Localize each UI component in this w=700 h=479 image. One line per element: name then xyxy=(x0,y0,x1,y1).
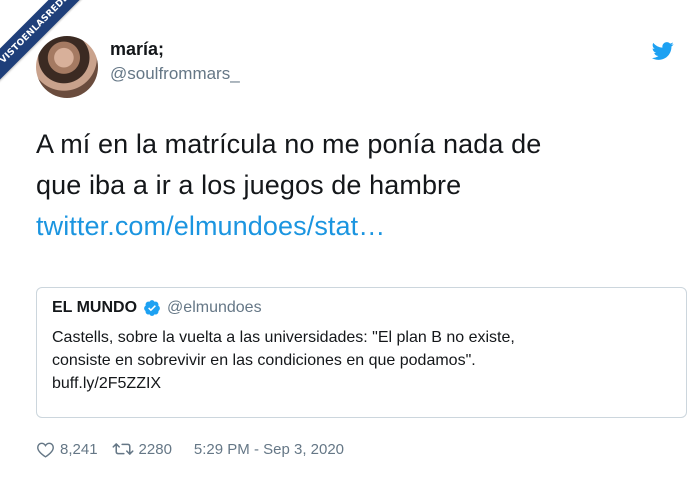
tweet-card: VISTOENLASREDES maría; @soulfrommars_ A … xyxy=(0,0,700,479)
quoted-tweet[interactable]: EL MUNDO @elmundoes Castells, sobre la v… xyxy=(36,287,687,418)
quoted-header: EL MUNDO @elmundoes xyxy=(52,299,262,317)
quoted-text: Castells, sobre la vuelta a las universi… xyxy=(52,326,672,395)
like-count: 8,241 xyxy=(60,440,98,458)
retweet-count: 2280 xyxy=(138,440,172,458)
timestamp[interactable]: 5:29 PM - Sep 3, 2020 xyxy=(194,441,344,458)
quoted-author-name: EL MUNDO xyxy=(52,299,138,316)
avatar[interactable] xyxy=(36,36,98,98)
verified-badge-icon xyxy=(144,300,160,316)
retweet-stat[interactable]: 2280 xyxy=(112,441,172,458)
retweet-icon xyxy=(112,443,134,455)
tweet-text-line-1: A mí en la matrícula no me ponía nada de xyxy=(36,129,542,159)
tweet-text: A mí en la matrícula no me ponía nada de… xyxy=(36,124,676,247)
quoted-text-line-2: consiste en sobrevivir en las condicione… xyxy=(52,352,476,369)
tweet-text-line-2: que iba a ir a los juegos de hambre xyxy=(36,170,462,200)
quoted-text-line-1: Castells, sobre la vuelta a las universi… xyxy=(52,329,515,346)
tweet-footer: 8,241 2280 5:29 PM - Sep 3, 2020 xyxy=(36,438,344,460)
heart-icon xyxy=(37,442,54,458)
tweet-header: maría; @soulfrommars_ xyxy=(36,36,676,100)
like-stat[interactable]: 8,241 xyxy=(36,441,98,458)
tweet-link[interactable]: twitter.com/elmundoes/stat… xyxy=(36,206,676,247)
author-name[interactable]: maría; xyxy=(110,39,164,60)
quoted-author-handle: @elmundoes xyxy=(167,299,262,316)
quoted-link[interactable]: buff.ly/2F5ZZIX xyxy=(52,372,672,395)
author-handle[interactable]: @soulfrommars_ xyxy=(110,64,240,84)
twitter-bird-icon[interactable] xyxy=(650,40,676,62)
